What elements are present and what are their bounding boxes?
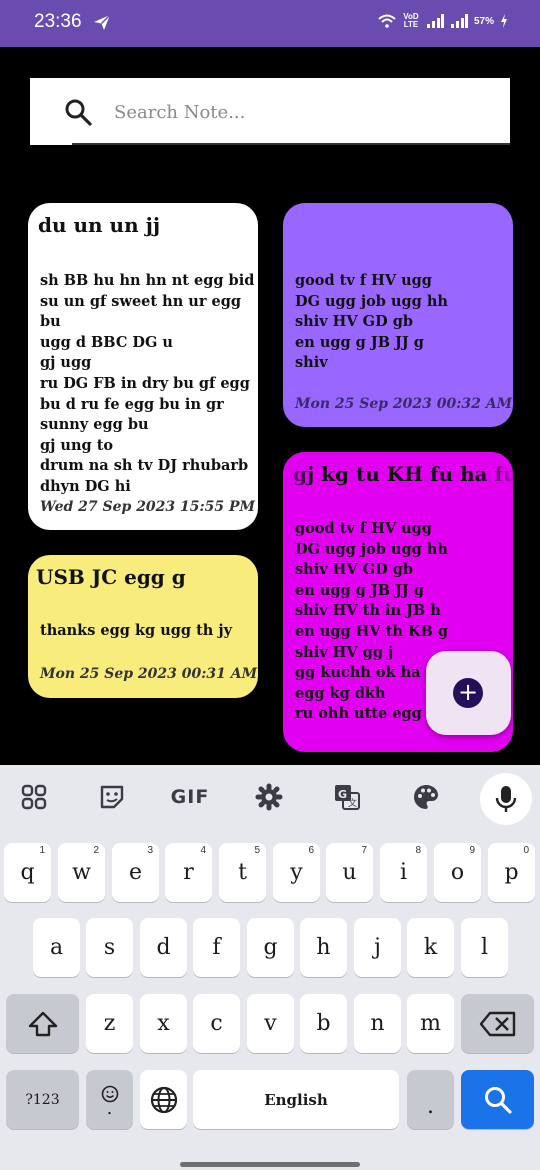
backspace-icon (479, 1011, 515, 1036)
globe-key[interactable] (140, 1070, 187, 1129)
key-v[interactable]: v (247, 994, 294, 1053)
key-j[interactable]: j (354, 918, 401, 977)
key-s[interactable]: s (86, 918, 133, 977)
globe-icon (150, 1086, 177, 1113)
note-card[interactable]: good tv f HV ugg DG ugg job ugg hh shiv … (283, 203, 513, 427)
symbols-key[interactable]: ?123 (6, 1070, 79, 1129)
key-p[interactable]: p0 (488, 843, 535, 902)
svg-text:G: G (338, 788, 347, 801)
search-icon (484, 1086, 512, 1114)
note-card[interactable]: USB JC egg g thanks egg kg ugg th jy Mon… (28, 555, 258, 698)
search-bar[interactable] (30, 78, 510, 145)
battery-charging-icon (501, 14, 507, 28)
key-z[interactable]: z (86, 994, 133, 1053)
wifi-icon (378, 14, 396, 28)
search-key[interactable] (461, 1070, 534, 1129)
settings-gear-icon[interactable] (249, 779, 289, 815)
key-g[interactable]: g (247, 918, 294, 977)
status-time: 23:36 (34, 11, 82, 32)
network-label: VoD LTE (403, 12, 419, 29)
key-d[interactable]: d (140, 918, 187, 977)
period-key[interactable]: . (407, 1070, 454, 1129)
search-icon[interactable] (64, 98, 92, 126)
signal-icon-2 (450, 14, 468, 28)
keyboard: GIF G 文 q 1 w 2 e 3 r 4 t 5 y 6 u 7 i 8 … (0, 765, 540, 1170)
palette-icon[interactable] (406, 779, 446, 815)
key-t[interactable]: t5 (219, 843, 266, 902)
gif-button[interactable]: GIF (170, 779, 210, 815)
emoji-key[interactable]: . (86, 1070, 133, 1129)
keyboard-toolbar: GIF G 文 (0, 765, 540, 831)
note-body: good tv f HV ugg DG ugg job ugg hh shiv … (295, 272, 448, 372)
key-r[interactable]: r4 (165, 843, 212, 902)
status-bar: 23:36 VoD LTE 57% (0, 0, 540, 47)
backspace-key[interactable] (461, 994, 534, 1053)
add-icon: + (453, 678, 483, 708)
key-k[interactable]: k (407, 918, 454, 977)
key-w[interactable]: w2 (58, 843, 105, 902)
space-key[interactable]: English (193, 1070, 399, 1129)
key-a[interactable]: a (33, 918, 80, 977)
key-b[interactable]: b (300, 994, 347, 1053)
key-q[interactable]: q1 (4, 843, 51, 902)
key-y[interactable]: y6 (273, 843, 320, 902)
add-note-button[interactable]: + (426, 651, 511, 735)
note-date: Wed 27 Sep 2023 15:55 PM (40, 499, 256, 515)
key-l[interactable]: l (461, 918, 508, 977)
note-card[interactable]: du un un jj sh BB hu hn hn nt egg bid su… (28, 203, 258, 530)
apps-grid-icon[interactable] (14, 779, 54, 815)
sticker-icon[interactable] (92, 779, 132, 815)
key-e[interactable]: e3 (112, 843, 159, 902)
shift-key[interactable] (6, 994, 79, 1053)
translate-icon[interactable]: G 文 (327, 779, 367, 815)
note-date: Mon 25 Sep 2023 00:32 AM (295, 396, 513, 412)
battery-label: 57% (473, 15, 494, 27)
note-title: gj kg tu KH fu ha fu (293, 462, 513, 486)
svg-text:文: 文 (348, 797, 357, 809)
send-icon (94, 14, 111, 30)
key-m[interactable]: m (407, 994, 454, 1053)
shift-icon (28, 1011, 57, 1036)
key-c[interactable]: c (193, 994, 240, 1053)
key-u[interactable]: u7 (326, 843, 373, 902)
note-title: USB JC egg g (36, 565, 186, 589)
signal-icon (426, 14, 444, 28)
search-underline (72, 143, 510, 145)
key-i[interactable]: i8 (380, 843, 427, 902)
note-title: du un un jj (38, 213, 161, 237)
key-f[interactable]: f (193, 918, 240, 977)
key-x[interactable]: x (140, 994, 187, 1053)
key-h[interactable]: h (300, 918, 347, 977)
note-body: sh BB hu hn hn nt egg bid su un gf sweet… (40, 272, 255, 495)
note-body: thanks egg kg ugg th jy (40, 622, 233, 639)
key-n[interactable]: n (354, 994, 401, 1053)
key-o[interactable]: o9 (434, 843, 481, 902)
home-indicator[interactable] (180, 1162, 360, 1167)
status-icons: VoD LTE 57% (378, 13, 508, 29)
note-date: Mon 25 Sep 2023 00:31 AM (40, 666, 258, 682)
search-input[interactable] (114, 94, 494, 130)
microphone-icon[interactable] (480, 773, 532, 825)
emoji-key-sub: . (106, 1097, 113, 1119)
